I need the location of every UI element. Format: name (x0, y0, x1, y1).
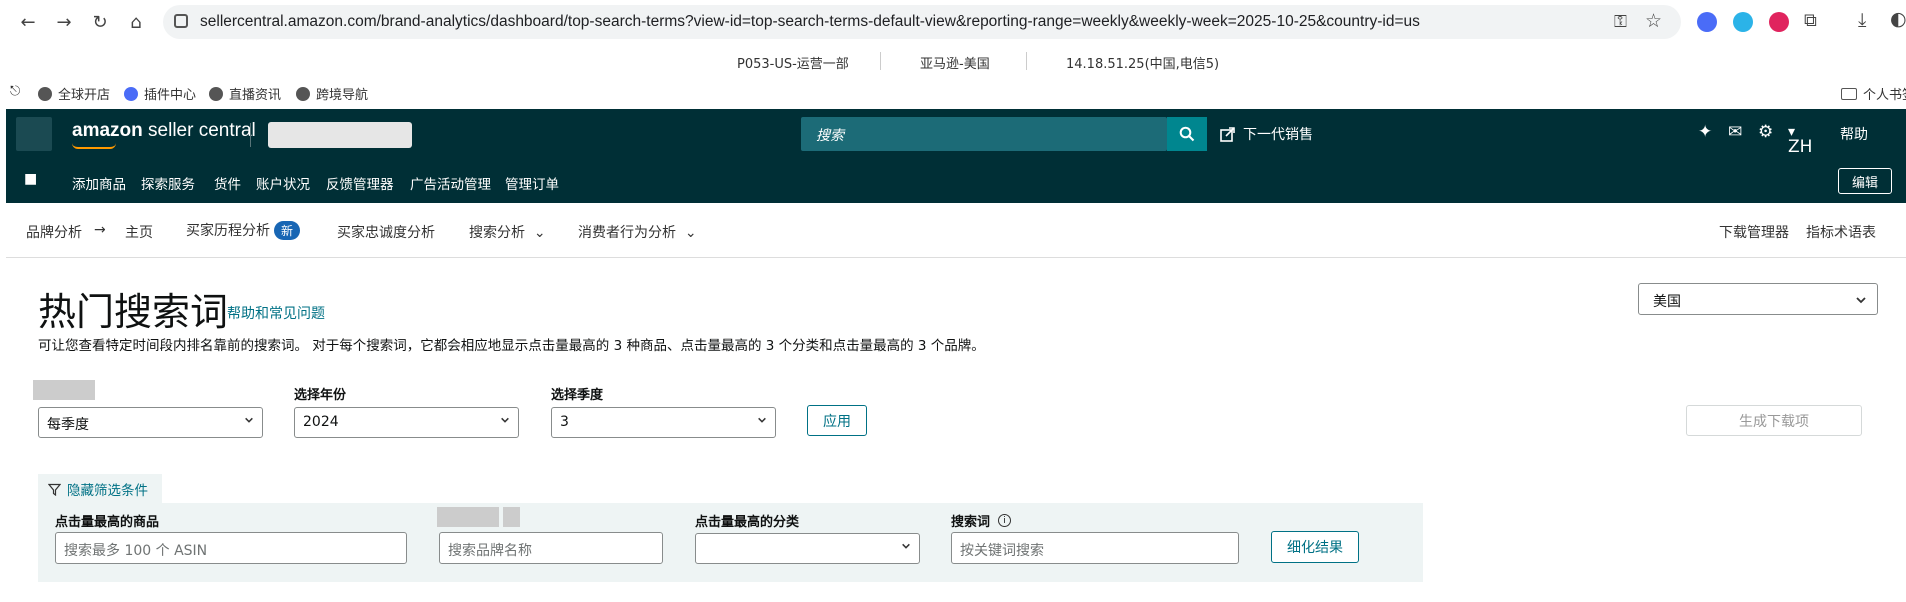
password-key-icon[interactable]: ⚿ (1614, 12, 1627, 32)
download-manager-link[interactable]: 下载管理器 (1719, 222, 1789, 242)
browser-toolbar: ← → ↻ ⌂ sellercentral.amazon.com/brand-a… (0, 0, 1906, 44)
bookmarks-bar: ⎋ 全球开店 插件中心 直播资讯 跨境导航 个人书签 (0, 78, 1906, 108)
asin-search-input[interactable]: 搜索最多 100 个 ASIN (55, 532, 407, 564)
top-product-label: 点击量最高的商品 (55, 515, 160, 530)
page-description: 可让您查看特定时间段内排名靠前的搜索词。 对于每个搜索词，它都会相应地显示点击量… (38, 338, 985, 354)
extension-1-icon[interactable] (1697, 12, 1717, 32)
seller-central-header: amazon seller central 搜索 下一代销售 ✦ ✉ ⚙ ZH … (6, 109, 1906, 160)
bookmark-item[interactable]: 跨境导航 (296, 84, 368, 103)
language-selector[interactable]: ZH ▾ (1788, 124, 1812, 157)
ip-label: 14.18.51.25(中国,电信5) (1066, 57, 1220, 72)
sparkle-ai-icon[interactable]: ✦ (1698, 122, 1712, 142)
hide-filters-toggle[interactable]: 隐藏筛选条件 (38, 474, 162, 504)
home-icon[interactable]: ⌂ (124, 10, 148, 34)
chevron-down-icon (501, 417, 509, 423)
seller-central-logo[interactable]: amazon seller central (72, 120, 256, 142)
bookmark-flag-icon[interactable]: ■ (24, 171, 37, 187)
chevron-down-icon (902, 543, 910, 549)
url-text[interactable]: sellercentral.amazon.com/brand-analytics… (200, 13, 1420, 31)
brand-search-input[interactable]: 搜索品牌名称 (439, 532, 663, 564)
extension-2-icon[interactable] (1733, 12, 1753, 32)
amazon-smile-logo (72, 143, 116, 149)
bookmark-item[interactable]: 全球开店 (38, 84, 110, 103)
plugin-icon (124, 86, 138, 101)
search-term-label: 搜索词 i (951, 511, 1012, 530)
reporting-range-select[interactable]: 每季度 (38, 407, 263, 438)
tab-buyer-loyalty[interactable]: 买家忠诚度分析 (337, 222, 435, 242)
download-icon[interactable]: ⤓ (1858, 9, 1866, 31)
nav-item[interactable]: 广告活动管理 (410, 173, 491, 193)
breadcrumb-arrow-icon: → (94, 222, 106, 238)
nav-item[interactable]: 管理订单 (505, 173, 559, 193)
marketplace-label: 亚马逊-美国 (920, 57, 990, 72)
nav-item[interactable]: 账户状况 (256, 173, 310, 193)
new-badge: 新 (274, 221, 301, 240)
bookmark-item[interactable]: 插件中心 (124, 84, 196, 103)
keyword-search-input[interactable]: 按关键词搜索 (951, 532, 1239, 564)
filter-funnel-icon (48, 483, 61, 496)
help-faq-link[interactable]: 帮助和常见问题 (227, 303, 325, 323)
refine-results-button[interactable]: 细化结果 (1271, 531, 1359, 563)
extension-3-icon[interactable] (1769, 12, 1789, 32)
forward-icon[interactable]: → (52, 10, 76, 34)
chevron-down-icon (1856, 297, 1866, 304)
tab-home[interactable]: 主页 (125, 222, 153, 242)
header-search-input[interactable] (801, 117, 1167, 151)
breadcrumb-brand-analytics[interactable]: 品牌分析 (26, 222, 82, 242)
search-icon (1179, 126, 1195, 142)
bookmark-folder[interactable]: 个人书签 (1841, 84, 1906, 103)
edit-nav-button[interactable]: 编辑 (1838, 168, 1892, 194)
year-label: 选择年份 (294, 388, 347, 403)
range-label-redacted (33, 380, 95, 400)
folder-icon (1841, 87, 1857, 100)
globe-icon (209, 86, 223, 101)
header-search-placeholder: 搜索 (816, 128, 844, 144)
tab-buyer-journey[interactable]: 买家历程分析新 (186, 220, 301, 240)
chevron-down-icon (245, 417, 253, 423)
nav-item[interactable]: 货件 (214, 173, 241, 193)
nav-item[interactable]: 添加商品 (72, 173, 126, 193)
year-select[interactable]: 2024 (294, 407, 519, 438)
generate-download-button[interactable]: 生成下载项 (1686, 405, 1862, 436)
nav-item[interactable]: 探索服务 (141, 173, 195, 193)
globe-icon (296, 86, 310, 101)
country-select[interactable]: 美国 (1638, 283, 1878, 315)
account-label: P053-US-运营一部 (737, 57, 849, 72)
globe-icon (38, 86, 52, 101)
bookmark-star-icon[interactable]: ☆ (1645, 10, 1662, 32)
quarter-select[interactable]: 3 (551, 407, 776, 438)
store-selector-redacted[interactable] (268, 122, 412, 148)
reload-icon[interactable]: ↻ (88, 10, 112, 34)
next-gen-selling-link[interactable]: 下一代销售 (1220, 124, 1313, 144)
profile-icon[interactable]: ◐ (1890, 8, 1906, 30)
brand-label-redacted (503, 507, 520, 527)
tab-search-analysis[interactable]: 搜索分析 ⌄ (469, 222, 546, 242)
brand-analytics-subnav: 品牌分析 → 主页 买家历程分析新 买家忠诚度分析 搜索分析 ⌄ 消费者行为分析… (6, 204, 1906, 258)
chevron-down-icon (758, 417, 766, 423)
help-link[interactable]: 帮助 (1840, 124, 1868, 144)
category-select[interactable] (695, 533, 920, 564)
top-category-label: 点击量最高的分类 (695, 515, 800, 530)
bookmark-item[interactable]: 直播资讯 (209, 84, 281, 103)
info-icon[interactable]: i (998, 514, 1012, 527)
proxy-info-bar: P053-US-运营一部 亚马逊-美国 14.18.51.25(中国,电信5) (0, 44, 1906, 78)
mail-icon[interactable]: ✉ (1728, 122, 1742, 142)
hamburger-menu-icon[interactable] (16, 117, 52, 151)
tab-consumer-behavior[interactable]: 消费者行为分析 ⌄ (578, 222, 697, 242)
nav-item[interactable]: 反馈管理器 (326, 173, 394, 193)
external-link-icon (1220, 126, 1235, 142)
gear-icon[interactable]: ⚙ (1758, 122, 1773, 142)
brand-label-redacted (437, 507, 499, 527)
quarter-label: 选择季度 (551, 388, 604, 403)
main-nav: ■ 添加商品 探索服务 货件 账户状况 反馈管理器 广告活动管理 管理订单 编辑 (6, 160, 1906, 203)
page-title: 热门搜索词 (38, 290, 229, 334)
back-icon[interactable]: ← (16, 10, 40, 34)
site-info-icon[interactable] (174, 14, 188, 28)
search-button[interactable] (1167, 117, 1207, 151)
glossary-link[interactable]: 指标术语表 (1806, 222, 1876, 242)
extensions-puzzle-icon[interactable]: ⧉ (1804, 10, 1817, 31)
share-icon[interactable]: ⎋ (10, 84, 20, 99)
apply-button[interactable]: 应用 (807, 405, 867, 436)
